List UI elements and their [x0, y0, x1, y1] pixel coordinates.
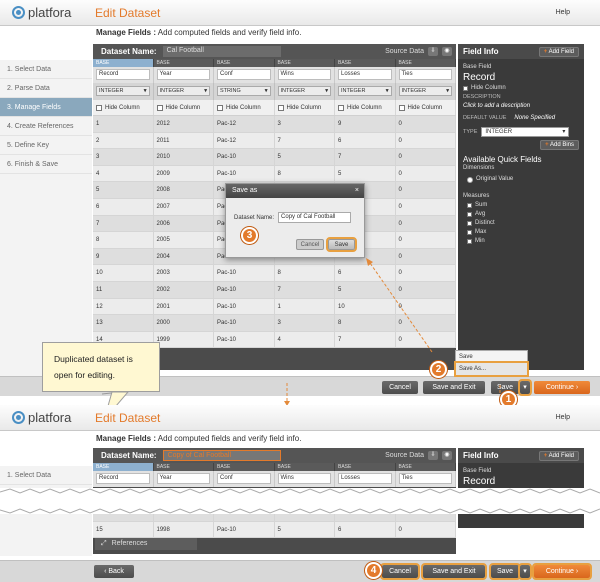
step-select-data[interactable]: 1. Select Data [0, 466, 92, 485]
col-tag: BASE [93, 463, 154, 471]
references-label: References [111, 540, 148, 547]
column-name-input[interactable]: Record [96, 473, 150, 484]
column-tags: BASE BASE BASE BASE BASE BASE [93, 463, 456, 471]
col-tag: BASE [335, 463, 396, 471]
tear-bottom [0, 508, 600, 514]
back-button[interactable]: ‹ Back [94, 565, 134, 578]
chevron-down-icon: ▾ [523, 568, 527, 575]
source-data-button[interactable]: Source Data ⇩ ◉ [385, 451, 452, 460]
platfora-logo: platfora [12, 410, 71, 425]
dataset-name-input[interactable]: Copy of Cal Football [162, 450, 281, 461]
chevron-right-icon: › [575, 568, 579, 575]
column-name-input[interactable]: Conf [217, 473, 271, 484]
column-name-input[interactable]: Wins [277, 473, 331, 484]
save-options-button[interactable]: ▾ [518, 563, 532, 580]
column-name-input[interactable]: Losses [338, 473, 392, 484]
table-cell: 0 [396, 521, 456, 538]
help-link[interactable]: Help [556, 414, 570, 421]
save-and-exit-button[interactable]: Save and Exit [421, 563, 487, 580]
bottom-footer: ‹ Back Cancel Save and Exit Save ▾ Conti… [0, 560, 600, 582]
references-tab[interactable]: ⤢ References [95, 538, 197, 550]
column-name-input[interactable]: Year [156, 473, 210, 484]
table-row: 15 1998 Pac-10 5 6 0 [93, 521, 456, 539]
cancel-button[interactable]: Cancel [380, 563, 420, 580]
torn-edge [0, 488, 600, 514]
add-field-label: Add Field [548, 452, 574, 459]
bottom-header: platfora Edit Dataset Help [0, 405, 600, 431]
back-label: Back [108, 568, 124, 575]
table-cell: 6 [335, 521, 396, 538]
subtitle-rest: Add computed fields and verify field inf… [156, 434, 302, 443]
table-cell: 5 [275, 521, 335, 538]
page-subtitle: Manage Fields : Add computed fields and … [96, 434, 301, 443]
callout-note: Duplicated dataset is open for editing. [42, 342, 160, 392]
col-tag: BASE [275, 463, 335, 471]
continue-button[interactable]: Continue › [532, 563, 592, 580]
column-name-row: Record Year Conf Wins Losses Ties [93, 471, 456, 487]
dataset-name-label: Dataset Name: [101, 451, 157, 460]
table-cell: Pac-10 [214, 521, 275, 538]
save-button[interactable]: Save [489, 563, 521, 580]
step-badge-3: 3 [241, 227, 258, 244]
base-field-label: Base Field [463, 468, 492, 474]
plus-icon: + [543, 452, 548, 459]
subtitle-bold: Manage Fields : [96, 434, 157, 443]
table-cell: 1998 [154, 521, 214, 538]
step-badge-4: 4 [365, 562, 382, 579]
col-tag: BASE [214, 463, 275, 471]
col-tag: BASE [396, 463, 456, 471]
grid-header: Dataset Name: Copy of Cal Football Sourc… [93, 448, 456, 463]
continue-label: Continue [545, 568, 574, 575]
table-cell: 15 [93, 521, 154, 538]
column-name-input[interactable]: Ties [398, 473, 452, 484]
field-info-title: Field Info [463, 451, 499, 460]
col-tag: BASE [154, 463, 214, 471]
arrow-to-dialog [369, 262, 433, 353]
source-data-label: Source Data [385, 452, 424, 459]
field-name: Record [463, 476, 496, 487]
logo-icon [12, 411, 25, 424]
chevron-left-icon: ‹ [104, 568, 107, 575]
filter-icon[interactable]: ◉ [442, 451, 452, 460]
expand-icon: ⤢ [101, 540, 107, 547]
logo-text: platfora [28, 410, 72, 425]
arrow-head-icon [366, 258, 373, 266]
field-info-header: Field Info + Add Field [458, 448, 584, 463]
page-title: Edit Dataset [95, 411, 161, 425]
add-field-button[interactable]: + Add Field [538, 450, 579, 461]
download-icon[interactable]: ⇩ [428, 451, 438, 460]
step-badge-2: 2 [430, 361, 447, 378]
tear-top [0, 488, 600, 494]
